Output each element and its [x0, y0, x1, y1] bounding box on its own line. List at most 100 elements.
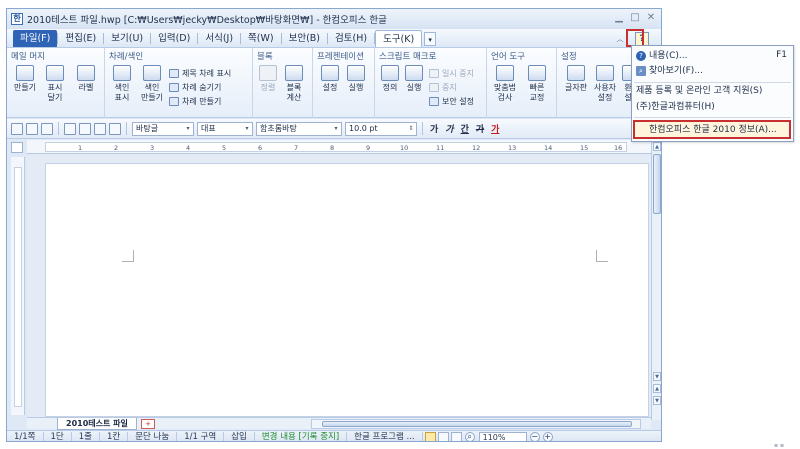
horizontal-scroll-thumb[interactable] — [322, 421, 632, 427]
ruler-number: 5 — [222, 144, 227, 152]
status-page[interactable]: 1/1쪽 — [7, 431, 44, 441]
bold-button[interactable]: 가 — [428, 122, 440, 135]
save-icon[interactable] — [41, 122, 53, 135]
undo-icon[interactable] — [94, 122, 106, 135]
page-down-icon[interactable]: ▼ — [653, 396, 661, 405]
ruler-number: 4 — [186, 144, 191, 152]
new-tab-icon[interactable]: + — [141, 419, 155, 429]
zoom-out-icon[interactable]: − — [529, 432, 540, 441]
label-icon — [77, 65, 95, 81]
new-document-icon[interactable] — [11, 122, 23, 135]
font-select[interactable]: 함초롬바탕 ▾ — [256, 121, 342, 136]
crop-mark — [596, 250, 608, 262]
stop-button[interactable]: 중지 — [429, 82, 457, 93]
help-menu-company[interactable]: (주)한글과컴퓨터(H) — [636, 100, 715, 114]
open-folder-icon[interactable] — [26, 122, 38, 135]
horizontal-scrollbar[interactable] — [311, 419, 641, 429]
group-title-block: 블록 — [257, 52, 273, 62]
script-run-button[interactable]: 실행 — [403, 65, 425, 93]
menu-page[interactable]: 쪽(W) — [241, 30, 281, 47]
page-up-icon[interactable]: ▲ — [653, 384, 661, 393]
status-column: 1단 — [44, 431, 72, 441]
label-button[interactable]: 라벨 — [75, 65, 97, 93]
vertical-scrollbar[interactable]: ▲ ▼ ▲ ▼ — [651, 140, 661, 420]
status-insert[interactable]: 삽입 — [224, 431, 255, 441]
group-title-presentation: 프레젠테이션 — [317, 52, 364, 62]
glyph-button[interactable]: 글자판 — [563, 65, 589, 93]
minimize-icon[interactable]: ▁ — [613, 12, 625, 24]
index-make-button[interactable]: 색인 만들기 — [138, 65, 166, 103]
menu-format[interactable]: 서식(J) — [198, 30, 240, 47]
menu-security[interactable]: 보안(B) — [282, 30, 327, 47]
toc-hide-button[interactable]: 차례 숨기기 — [169, 82, 221, 93]
zoom-in-icon[interactable]: + — [542, 432, 553, 441]
script-define-button[interactable]: 정의 — [379, 65, 401, 93]
font-size-input[interactable]: 10.0 pt ⇕ — [345, 121, 417, 136]
document-page[interactable] — [45, 163, 649, 417]
language-select[interactable]: 대표 ▾ — [197, 121, 253, 136]
redo-icon[interactable] — [109, 122, 121, 135]
ruler-toggle[interactable] — [11, 142, 23, 153]
scroll-down-icon[interactable]: ▼ — [653, 372, 661, 381]
ruler-number: 2 — [114, 144, 119, 152]
merge-show-button[interactable]: 표시 달기 — [43, 65, 67, 103]
view-page-icon[interactable] — [437, 432, 449, 441]
document-area[interactable] — [27, 155, 651, 417]
status-program[interactable]: 한글 프로그램 ... — [347, 431, 423, 441]
zoom-search-icon[interactable]: ⌕ — [464, 432, 475, 441]
pause-button[interactable]: 일시 중지 — [429, 68, 474, 79]
zoom-select[interactable]: 110% — [478, 431, 527, 441]
vertical-ruler[interactable] — [11, 157, 25, 415]
search-icon: ⌕ — [636, 66, 646, 76]
underline-button[interactable]: 간 — [459, 122, 471, 135]
close-icon[interactable]: ✕ — [645, 12, 657, 24]
merge-make-button[interactable]: 만들기 — [13, 65, 37, 93]
status-track-changes[interactable]: 변경 내용 [기록 중지] — [255, 431, 348, 441]
menu-file[interactable]: 파일(F) — [13, 30, 58, 47]
help-menu-search[interactable]: ⌕ 찾아보기(F)... — [636, 64, 703, 78]
mail-merge-icon — [16, 65, 34, 81]
preview-icon[interactable] — [79, 122, 91, 135]
menu-insert[interactable]: 입력(D) — [151, 30, 197, 47]
menu-tools[interactable]: 도구(K) — [375, 30, 423, 47]
index-show-button[interactable]: 색인 표시 — [111, 65, 133, 103]
security-settings-button[interactable]: 보안 설정 — [429, 96, 474, 107]
scroll-up-icon[interactable]: ▲ — [653, 142, 661, 151]
presentation-run-button[interactable]: 실행 — [345, 65, 367, 93]
app-window: 한 2010테스트 파일.hwp [C:₩Users₩jecky₩Desktop… — [6, 8, 662, 442]
toc-hide-icon — [169, 83, 179, 92]
chevron-down-icon: ▾ — [186, 124, 190, 132]
toc-make-button[interactable]: 차례 만들기 — [169, 96, 221, 107]
scroll-thumb[interactable] — [653, 154, 661, 214]
help-menu-register[interactable]: 제품 등록 및 온라인 고객 지원(S) — [636, 84, 762, 98]
document-tab[interactable]: 2010테스트 파일 — [57, 418, 137, 430]
app-icon: 한 — [11, 13, 23, 25]
maximize-icon[interactable]: □ — [629, 12, 641, 24]
help-menu-about[interactable]: 한컴오피스 한글 2010 정보(A)... — [633, 120, 791, 139]
menu-view[interactable]: 보기(U) — [104, 30, 150, 47]
menu-more-icon[interactable]: ▾ — [424, 32, 437, 46]
view-outline-icon[interactable] — [450, 432, 462, 441]
security-icon — [429, 97, 439, 106]
strikethrough-button[interactable]: 가 — [474, 122, 486, 135]
group-title-toc: 차례/색인 — [109, 52, 144, 62]
menu-edit[interactable]: 편집(E) — [58, 30, 103, 47]
font-color-button[interactable]: 가 — [489, 122, 501, 135]
view-normal-icon[interactable] — [424, 432, 436, 441]
print-icon[interactable] — [64, 122, 76, 135]
style-select[interactable]: 바탕글 ▾ — [132, 121, 194, 136]
spell-check-button[interactable]: 맞춤법 검사 — [491, 65, 519, 103]
presentation-settings-button[interactable]: 설정 — [319, 65, 341, 93]
ribbon-collapse-icon[interactable]: ︿ — [613, 33, 627, 45]
italic-button[interactable]: 가 — [443, 122, 455, 135]
block-calc-button[interactable]: 블록 계산 — [281, 65, 307, 103]
toc-title-show-button[interactable]: 제목 차례 표시 — [169, 68, 231, 79]
horizontal-ruler[interactable]: 1 2 3 4 5 6 7 8 9 10 11 12 13 14 15 16 — [27, 140, 651, 154]
help-menu-contents[interactable]: ? 내용(C)... — [636, 49, 687, 63]
sort-button[interactable]: 정렬 — [257, 65, 279, 93]
menu-review[interactable]: 검토(H) — [328, 30, 374, 47]
user-settings-button[interactable]: 사용자 설정 — [591, 65, 619, 103]
document-tab-bar: 2010테스트 파일 + — [27, 417, 651, 430]
resize-grip-icon: ▪ ▪ — [774, 442, 785, 449]
quick-correct-button[interactable]: 빠른 교정 — [523, 65, 551, 103]
